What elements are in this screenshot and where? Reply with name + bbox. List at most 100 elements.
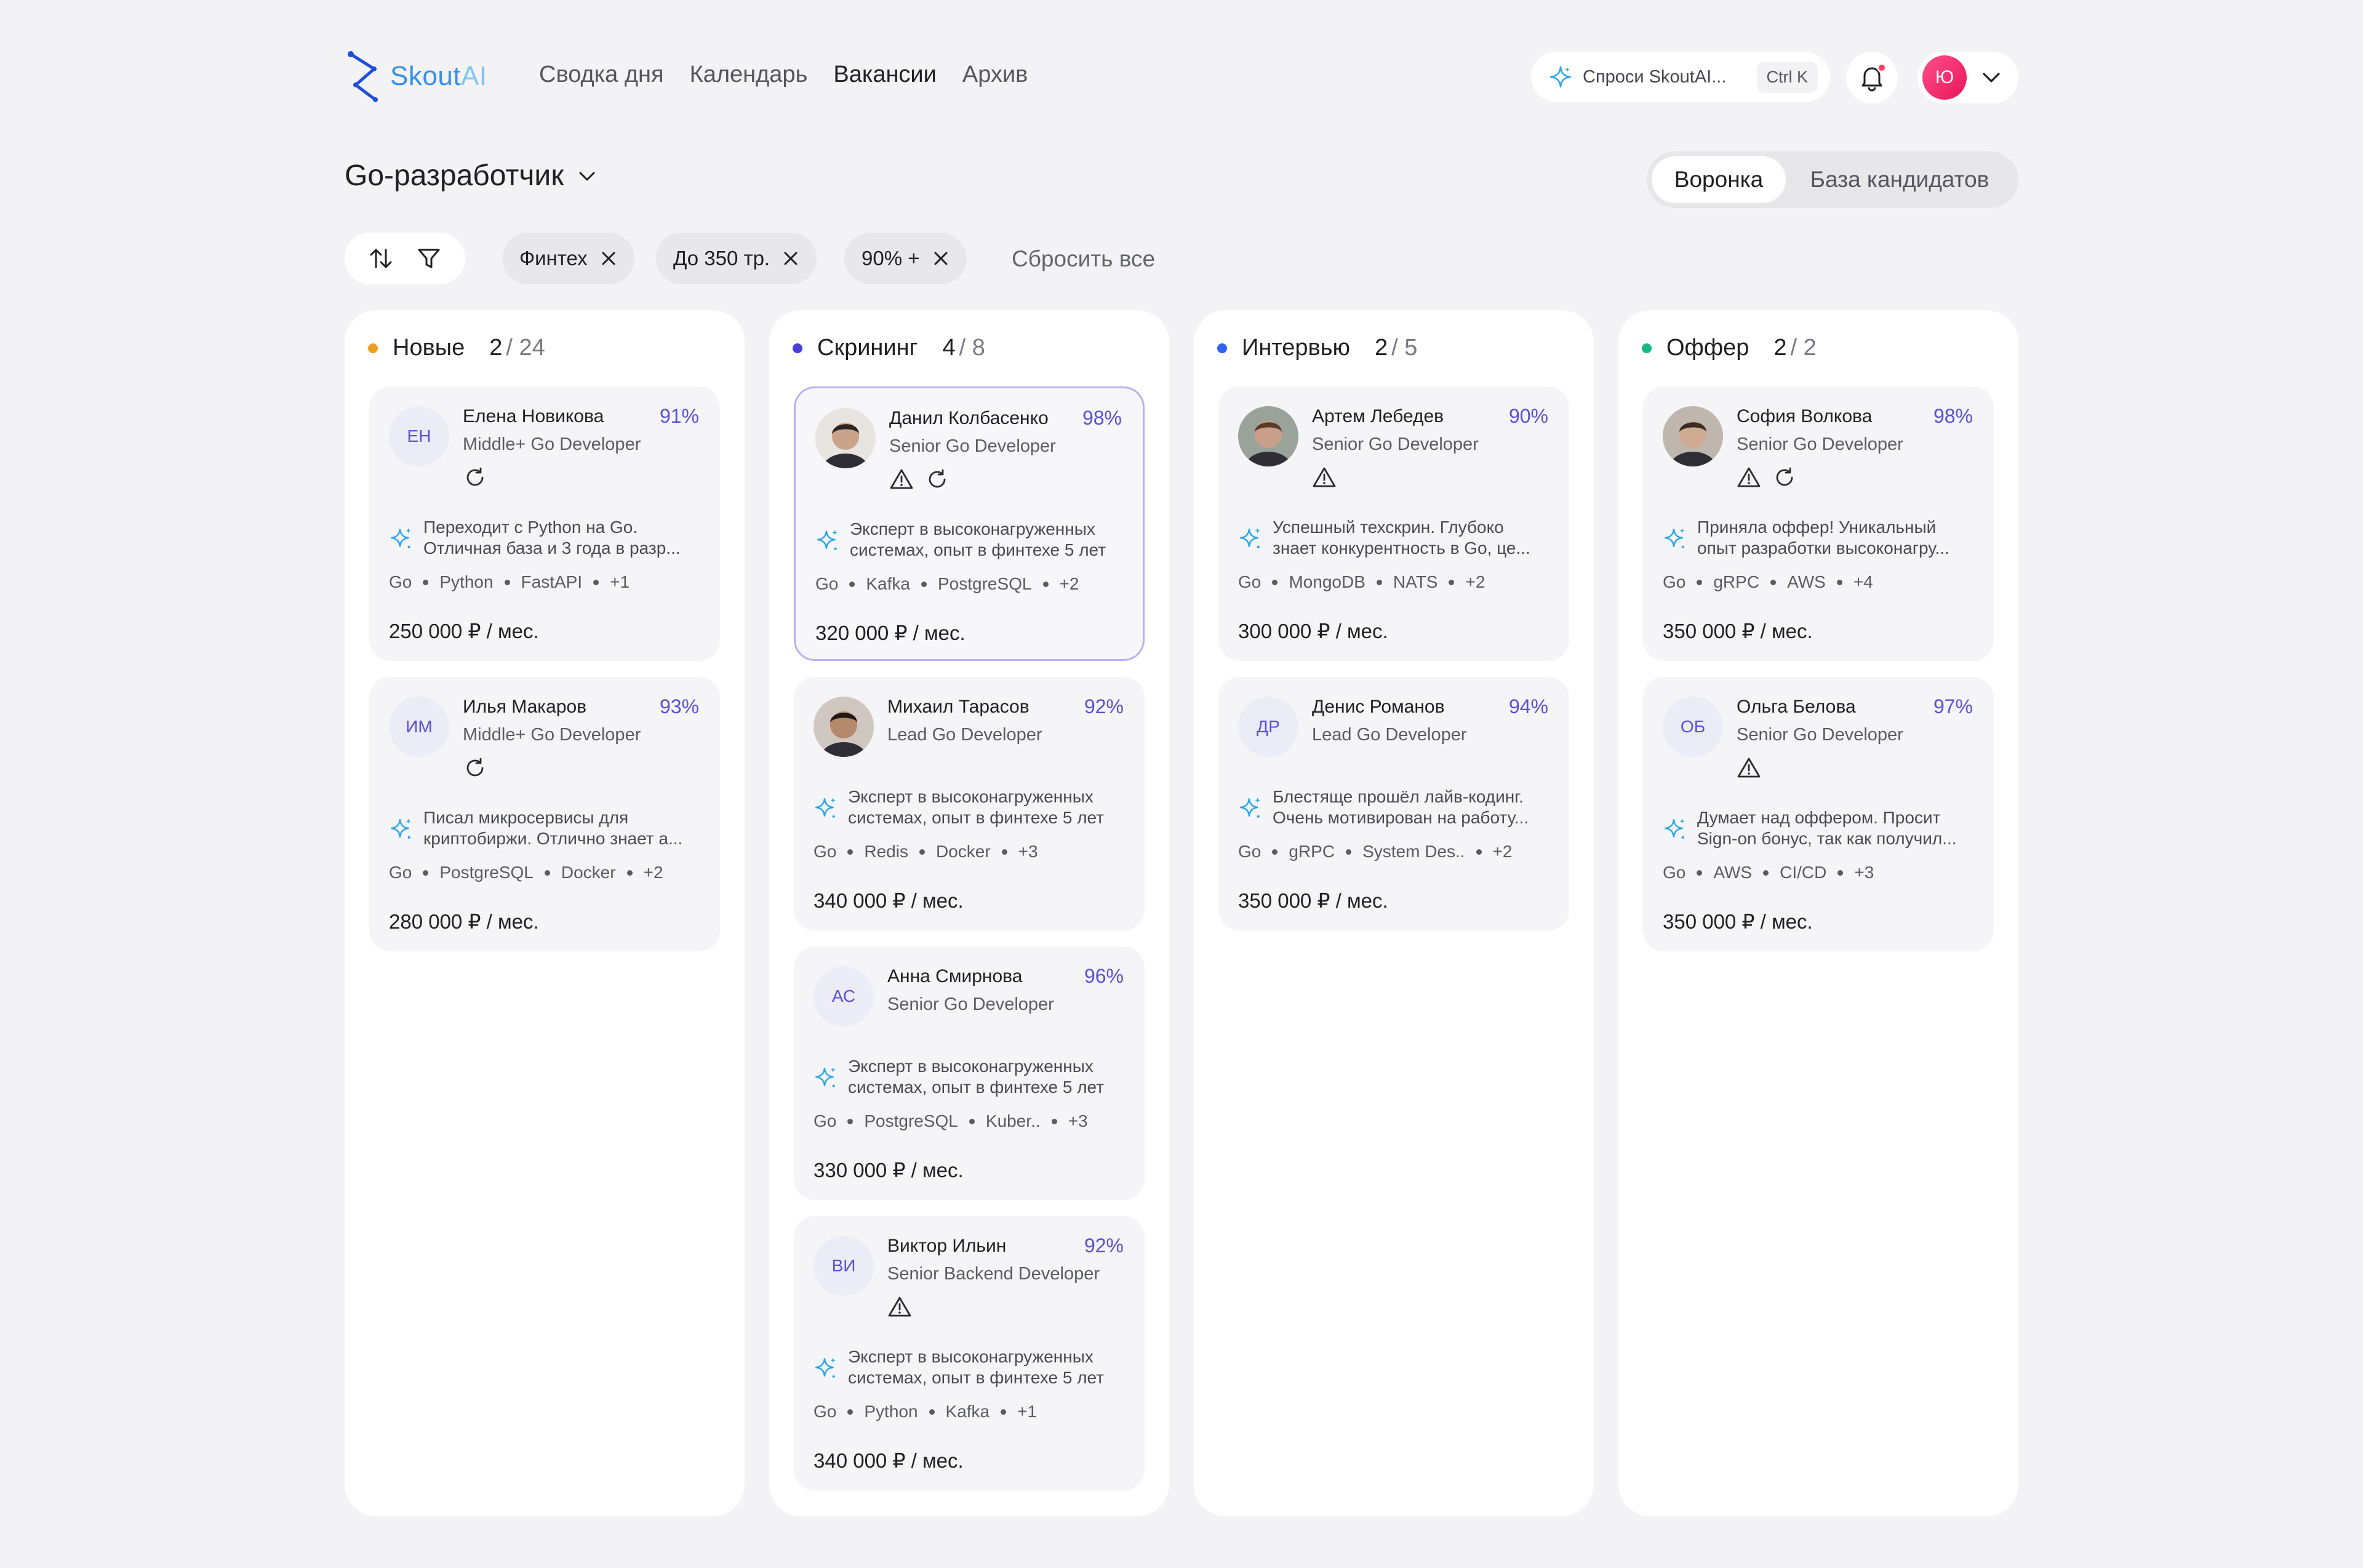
- close-icon[interactable]: [781, 249, 801, 268]
- column-total: / 5: [1391, 335, 1418, 361]
- summary-line: Отличная база и 3 года в разр...: [423, 538, 681, 558]
- skill-tag: AWS: [1787, 572, 1826, 591]
- candidate-name: София Волкова: [1737, 406, 1873, 426]
- match-score: 98%: [1933, 405, 1973, 427]
- skill-separator: [1697, 579, 1703, 585]
- candidate-role: Senior Go Developer: [1737, 434, 1903, 454]
- skill-separator: [1763, 870, 1769, 876]
- page-title: Go-разработчик: [345, 159, 564, 192]
- ask-assistant-button[interactable]: Спроси SkoutAI... Ctrl K: [1531, 52, 1830, 102]
- skill-tag: Go: [1663, 863, 1686, 882]
- skill-tag: Kafka: [866, 574, 910, 593]
- filter-chip: До 350 тр.: [656, 233, 817, 284]
- notifications-button[interactable]: [1846, 52, 1898, 103]
- status-icons: [1737, 756, 1761, 780]
- candidate-card[interactable]: ДР Денис Романов 94% Lead Go Developer Блест…: [1218, 677, 1569, 930]
- skill-tag: +1: [610, 572, 630, 591]
- candidate-card[interactable]: София Волкова 98% Senior Go Developer Приня…: [1643, 386, 1994, 661]
- sort-icon[interactable]: [367, 245, 394, 272]
- candidate-card[interactable]: Артем Лебедев 90% Senior Go Developer Успеш…: [1218, 386, 1569, 661]
- salary: 320 000 ₽ / мес.: [815, 622, 966, 644]
- skill-separator: [1042, 581, 1049, 587]
- skill-separator: [1051, 1118, 1057, 1124]
- summary-line: опыт разработки высоконагру...: [1697, 538, 1949, 558]
- skill-tag: +1: [1017, 1402, 1038, 1421]
- sort-filter-tools: [345, 233, 465, 284]
- sparkle-icon: [815, 798, 836, 818]
- salary: 250 000 ₽ / мес.: [389, 620, 539, 642]
- sparkle-icon: [815, 1067, 836, 1087]
- ai-summary: Писал микросервисы для криптобиржи. Отлич…: [389, 807, 702, 849]
- close-icon[interactable]: [931, 249, 951, 268]
- skill-tag: System Des..: [1362, 842, 1465, 861]
- ai-summary-text: Думает над оффером. Просит Sign-on бонус,…: [1697, 807, 1957, 849]
- avatar: ДР: [1238, 697, 1298, 757]
- tab-funnel[interactable]: Воронка: [1652, 156, 1786, 203]
- skill-separator: [1449, 579, 1455, 585]
- summary-line: Приняла оффер! Уникальный: [1697, 518, 1937, 537]
- nav-item-3[interactable]: Архив: [962, 62, 1028, 88]
- skill-separator: [849, 581, 855, 587]
- refresh-icon: [929, 469, 946, 488]
- ai-summary: Эксперт в высоконагруженных системах, опы…: [815, 519, 1124, 561]
- skill-tag: Python: [864, 1402, 918, 1421]
- ai-summary-text: Эксперт в высоконагруженных системах, опы…: [850, 519, 1106, 561]
- salary: 350 000 ₽ / мес.: [1238, 889, 1388, 912]
- column-total: / 8: [959, 335, 985, 361]
- column-count: 2: [489, 335, 503, 361]
- tab-candidate-base[interactable]: База кандидатов: [1786, 156, 2013, 203]
- column-1: Скрининг 4/ 8 Данил Колбасенко 98% Senior Go…: [769, 310, 1169, 1516]
- candidate-role: Middle+ Go Developer: [463, 434, 641, 454]
- skill-tag: Go: [1663, 572, 1686, 591]
- candidate-card[interactable]: ИМ Илья Макаров 93% Middle+ Go Developer Пис…: [369, 677, 720, 951]
- skill-tag: gRPC: [1713, 572, 1760, 591]
- skill-tag: Python: [439, 572, 494, 591]
- vacancy-selector[interactable]: Go-разработчик: [345, 159, 598, 193]
- candidate-card[interactable]: Михаил Тарасов 92% Lead Go Developer Экспер…: [794, 677, 1145, 930]
- sparkle-icon: [815, 1358, 836, 1378]
- skill-separator: [1272, 579, 1278, 585]
- candidate-card[interactable]: Данил Колбасенко 98% Senior Go Developer Эк…: [794, 386, 1145, 661]
- skill-list: Go PostgreSQL Kuber.. +3: [814, 1111, 1088, 1131]
- close-icon[interactable]: [599, 249, 618, 268]
- candidate-card[interactable]: ЕН Елена Новикова 91% Middle+ Go Developer П…: [369, 386, 720, 661]
- chevron-down-icon: [579, 172, 595, 180]
- skill-separator: [626, 870, 633, 876]
- nav-item-2[interactable]: Вакансии: [833, 62, 937, 88]
- skill-tag: NATS: [1393, 572, 1438, 591]
- summary-line: Успешный техскрин. Глубоко: [1273, 518, 1504, 537]
- warning-icon: [1737, 758, 1761, 778]
- user-menu[interactable]: Ю: [1917, 52, 2018, 103]
- column-count: 2: [1375, 335, 1388, 361]
- skill-tag: PostgreSQL: [937, 574, 1032, 593]
- warning-icon: [1737, 467, 1761, 487]
- candidate-role: Senior Backend Developer: [887, 1264, 1100, 1284]
- logo[interactable]: SkoutAI: [345, 50, 487, 102]
- skill-tag: PostgreSQL: [864, 1111, 958, 1130]
- skill-separator: [919, 849, 925, 855]
- skill-tag: Go: [814, 1402, 837, 1421]
- summary-line: Блестяще прошёл лайв-кодинг.: [1273, 787, 1524, 806]
- reset-filters-button[interactable]: Сбросить все: [1012, 246, 1155, 272]
- skill-tag: Docker: [561, 863, 616, 882]
- match-score: 93%: [659, 695, 699, 718]
- skill-separator: [1376, 579, 1382, 585]
- candidate-card[interactable]: АС Анна Смирнова 96% Senior Go Developer Экс…: [794, 946, 1145, 1200]
- match-score: 92%: [1084, 695, 1124, 718]
- nav-item-0[interactable]: Сводка дня: [539, 62, 664, 88]
- match-score: 90%: [1508, 405, 1548, 427]
- skill-list: Go gRPC AWS +4: [1663, 572, 1873, 592]
- candidate-card[interactable]: ВИ Виктор Ильин 92% Senior Backend Develope…: [794, 1216, 1145, 1490]
- column-count: 4: [942, 335, 956, 361]
- nav-item-1[interactable]: Календарь: [690, 62, 808, 88]
- candidate-name: Денис Романов: [1312, 697, 1445, 717]
- skill-tag: Go: [1238, 842, 1261, 861]
- chevron-down-icon: [1983, 73, 2000, 82]
- skill-tag: +2: [643, 863, 663, 882]
- skill-separator: [1001, 1409, 1007, 1415]
- ai-summary: Эксперт в высоконагруженных системах, опы…: [814, 1056, 1126, 1098]
- sparkle-icon: [817, 530, 838, 550]
- status-icons: [1737, 465, 1797, 490]
- filter-icon[interactable]: [415, 245, 442, 272]
- candidate-card[interactable]: ОБ Ольга Белова 97% Senior Go Developer Дума…: [1643, 677, 1994, 951]
